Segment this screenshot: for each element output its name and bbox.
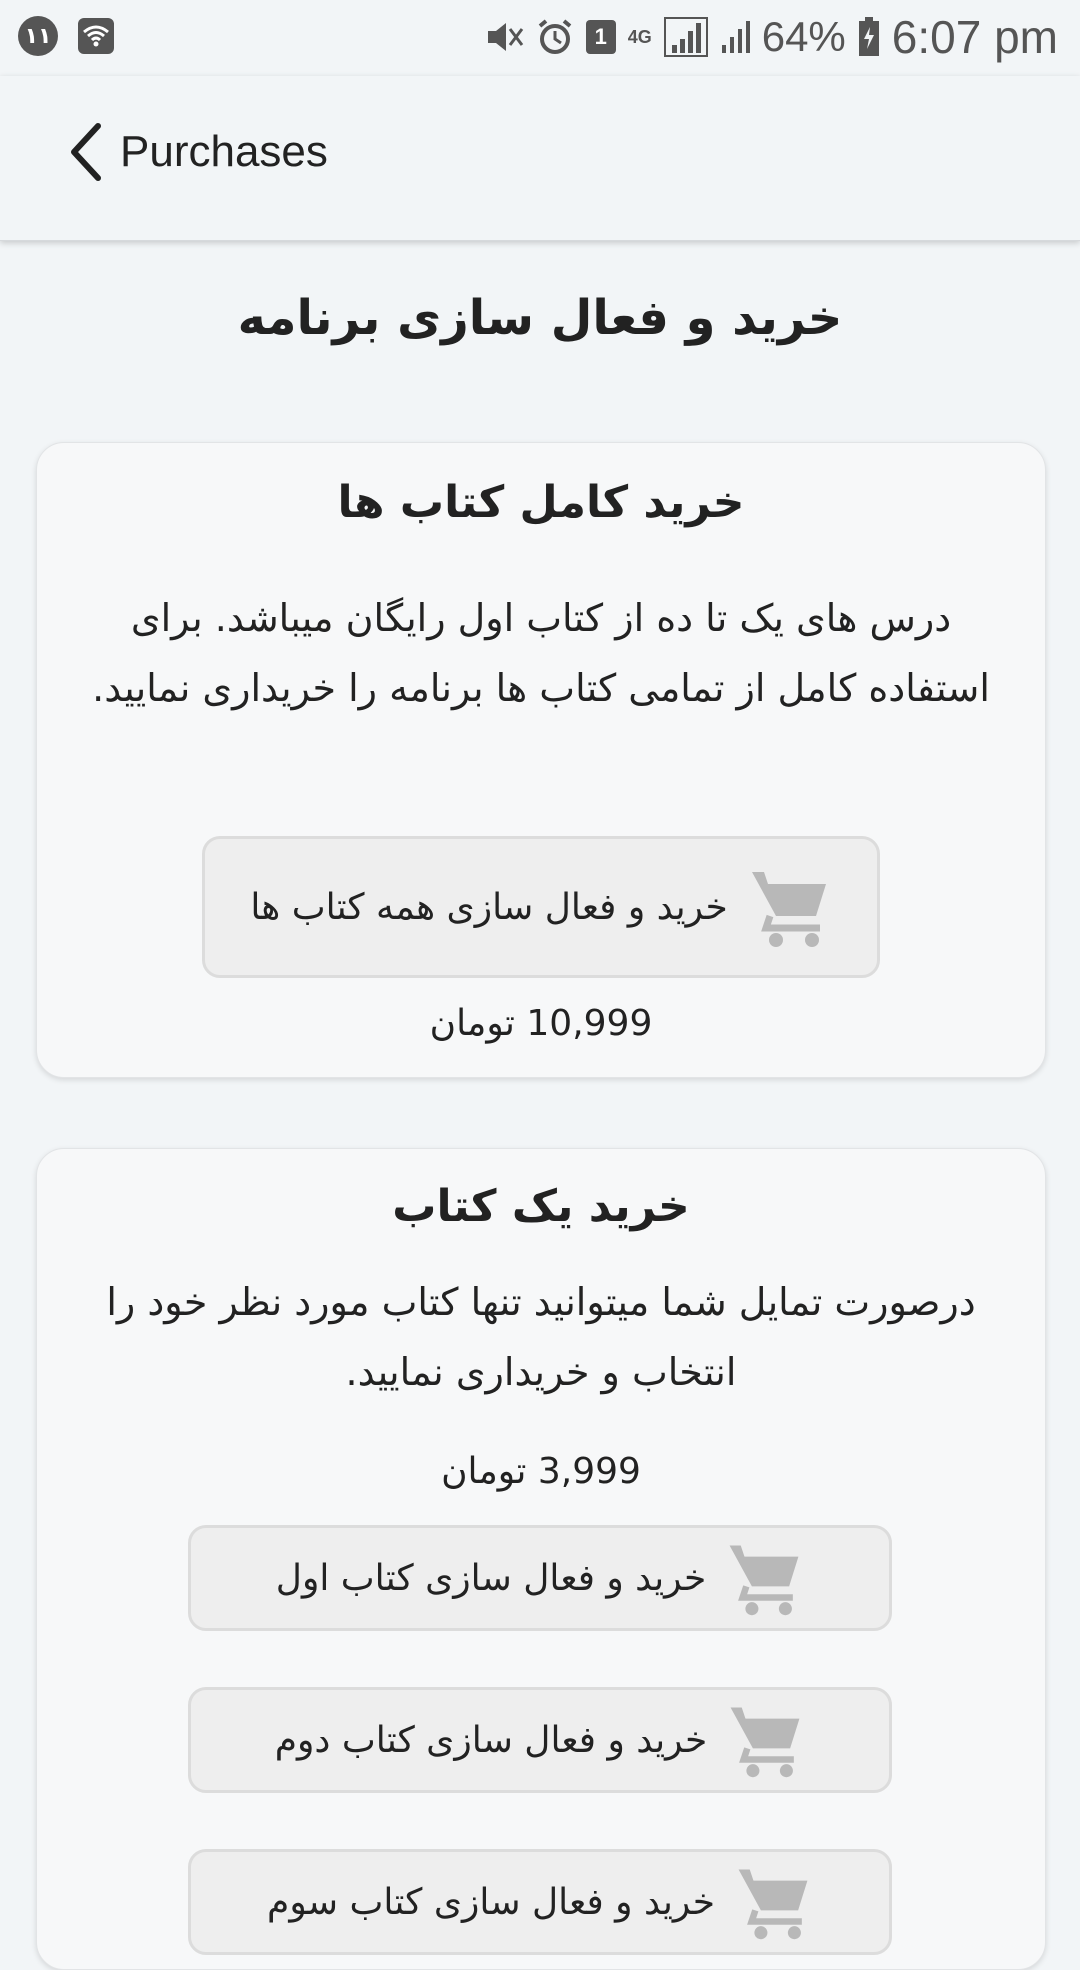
signal-icon-2 [720,19,750,55]
alarm-icon [536,18,574,56]
buy-book-3-button[interactable]: خرید و فعال سازی کتاب سوم [188,1849,892,1955]
status-left: ١١ [18,16,114,56]
mute-icon [484,19,524,55]
single-purchase-card: خرید یک کتاب درصورت تمایل شما میتوانید ت… [36,1148,1046,1970]
buy-book-1-label: خرید و فعال سازی کتاب اول [275,1557,707,1599]
cart-icon [725,1700,805,1780]
buy-all-books-button[interactable]: خرید و فعال سازی همه کتاب ها [202,836,880,978]
page-title: خرید و فعال سازی برنامه [237,290,843,346]
buy-book-2-button[interactable]: خرید و فعال سازی کتاب دوم [188,1687,892,1793]
full-purchase-price: 10,999 تومان [429,1003,653,1044]
chevron-left-icon [71,123,101,181]
single-purchase-title: خرید یک کتاب [392,1181,690,1232]
wifi-notification-icon [78,18,114,54]
single-purchase-description: درصورت تمایل شما میتوانید تنها کتاب مورد… [106,1280,976,1394]
full-purchase-description: درس های یک تا ده از کتاب اول رایگان میبا… [92,596,990,710]
app-bar: Purchases [0,76,1080,241]
buy-book-3-label: خرید و فعال سازی کتاب سوم [267,1881,715,1923]
status-bar: ١١ 1 4G 64% 6:07 pm [0,0,1080,76]
full-purchase-card: خرید کامل کتاب ها درس های یک تا ده از کت… [36,442,1046,1078]
app-title: Purchases [120,127,328,176]
cart-icon [733,1862,813,1942]
battery-icon [858,17,880,57]
full-purchase-title: خرید کامل کتاب ها [337,477,745,528]
single-purchase-price: 3,999 تومان [441,1451,641,1492]
buy-book-1-button[interactable]: خرید و فعال سازی کتاب اول [188,1525,892,1631]
signal-icon [663,17,708,57]
cart-icon [724,1538,804,1618]
battery-percent: 64% [761,13,846,60]
sim-slot-icon: 1 [585,20,616,54]
back-button[interactable] [56,122,116,182]
clock: 6:07 pm [891,11,1058,63]
cart-icon [746,864,832,950]
notification-badge: ١١ [18,16,58,56]
status-right: 1 4G 64% 6:07 pm [484,10,1058,64]
network-type: 4G [627,27,652,47]
buy-all-books-label: خرید و فعال سازی همه کتاب ها [250,886,728,928]
buy-book-2-label: خرید و فعال سازی کتاب دوم [274,1719,708,1761]
